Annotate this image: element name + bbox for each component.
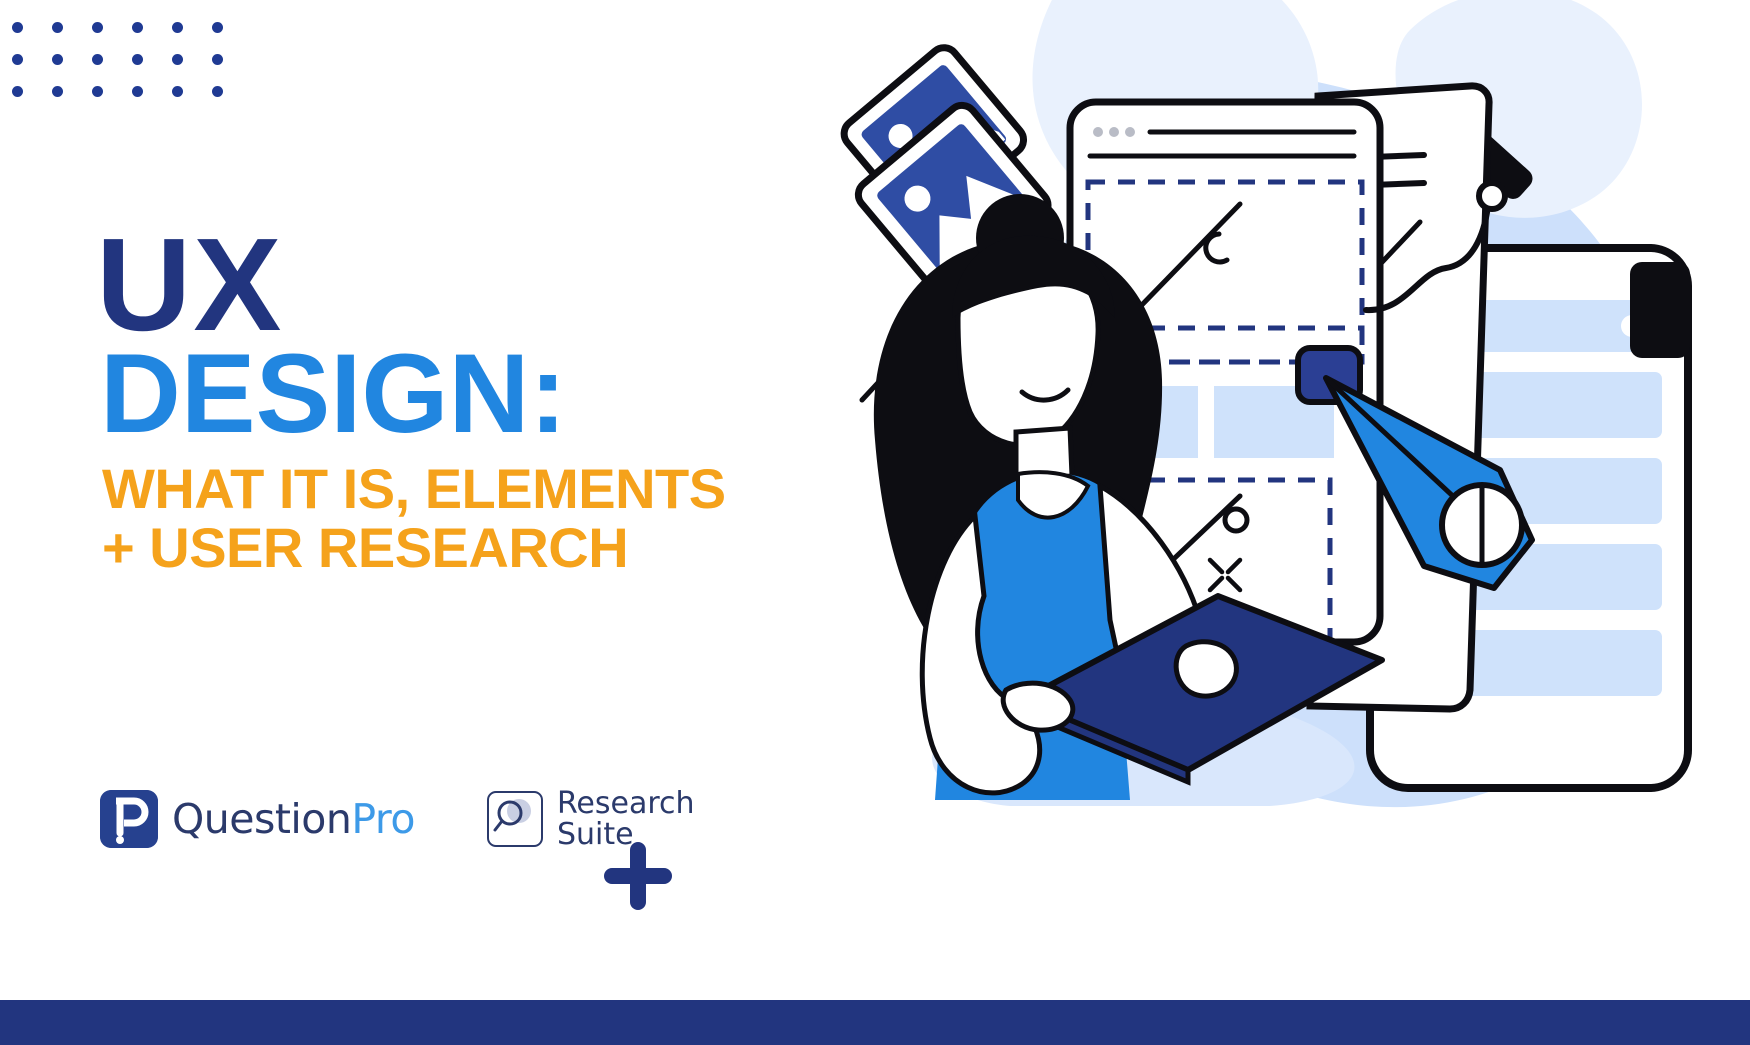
bottom-bar — [0, 1000, 1750, 1045]
questionpro-word-accent: Pro — [351, 795, 415, 844]
headline-line-3: WHAT IT IS, ELEMENTS — [102, 456, 726, 520]
headline-line-1: UX — [96, 211, 284, 358]
dot — [12, 86, 23, 97]
poster-canvas: UX DESIGN: WHAT IT IS, ELEMENTS + USER R… — [0, 0, 1750, 1045]
dot — [52, 54, 63, 65]
dot — [212, 54, 223, 65]
dot — [52, 86, 63, 97]
dot — [92, 22, 103, 33]
dot — [92, 54, 103, 65]
questionpro-logo[interactable]: QuestionPro — [100, 790, 415, 849]
dot-grid — [12, 22, 252, 118]
dot — [12, 22, 23, 33]
questionpro-word-main: Question — [172, 795, 352, 844]
headline-line-2: DESIGN: — [100, 330, 567, 456]
dot — [52, 22, 63, 33]
dot — [172, 86, 183, 97]
dot — [172, 54, 183, 65]
research-suite-line-1: Research — [556, 786, 695, 821]
dot — [172, 22, 183, 33]
dot — [212, 22, 223, 33]
dot — [132, 86, 143, 97]
headline-line-4: + USER RESEARCH — [102, 515, 629, 579]
magnifier-icon — [486, 791, 543, 848]
headline-block: UX DESIGN: WHAT IT IS, ELEMENTS + USER R… — [96, 211, 796, 579]
dot — [132, 22, 143, 33]
questionpro-p-mark — [100, 790, 158, 849]
questionpro-wordmark: QuestionPro — [172, 795, 415, 843]
device-accent-chip — [1630, 262, 1690, 358]
dot — [212, 86, 223, 97]
plus-mark — [600, 838, 676, 919]
dot — [92, 86, 103, 97]
dot — [132, 54, 143, 65]
dot — [12, 54, 23, 65]
ux-design-hero-illustration — [770, 0, 1750, 1000]
